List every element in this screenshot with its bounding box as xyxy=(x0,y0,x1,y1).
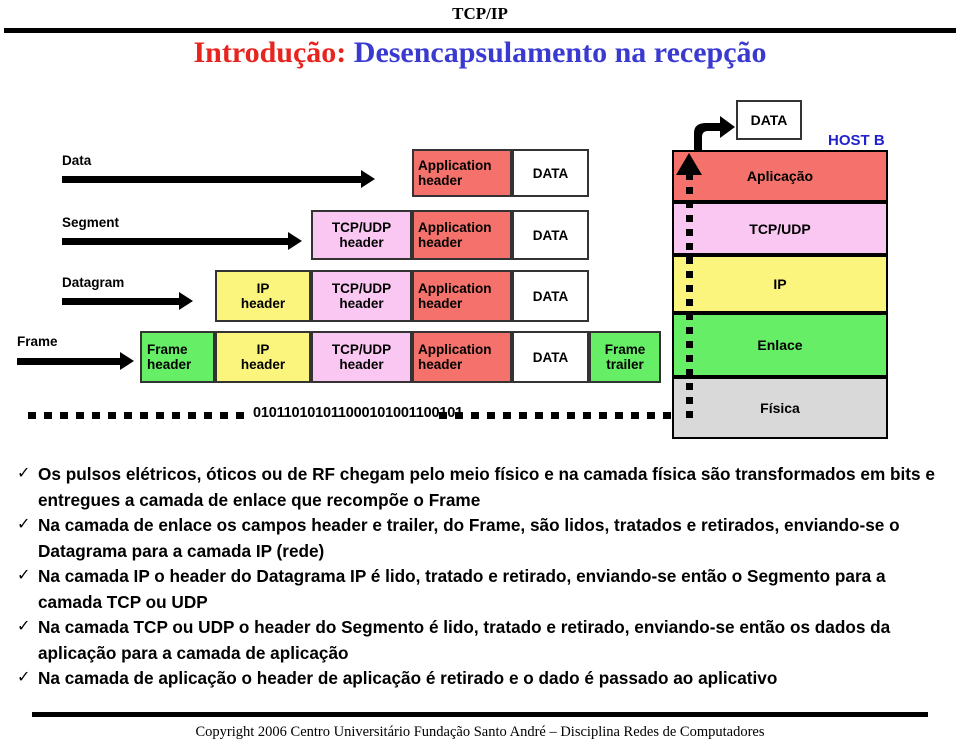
check-icon: ✓ xyxy=(17,669,31,686)
curved-up-arrow-icon xyxy=(694,116,735,153)
arrow-segment xyxy=(62,232,302,250)
cell-application-header: Application header xyxy=(412,210,512,260)
page-title-blue: Desencapsulamento na recepção xyxy=(353,36,767,69)
list-item: ✓ Na camada TCP ou UDP o header do Segme… xyxy=(16,615,952,666)
stack-layer-aplicacao: Aplicação xyxy=(672,150,888,202)
cell-application-header: Application header xyxy=(412,270,512,322)
check-icon: ✓ xyxy=(17,516,31,533)
row-label-segment: Segment xyxy=(62,215,120,230)
cell-tcp-udp-header: TCP/UDP header xyxy=(311,270,412,322)
list-item-text: Na camada IP o header do Datagrama IP é … xyxy=(38,566,886,612)
cell-application-header: Application header xyxy=(412,331,512,383)
footer-copyright: Copyright 2006 Centro Universitário Fund… xyxy=(195,724,765,740)
top-data-box: DATA xyxy=(736,100,802,140)
stack-layer-fisica: Física xyxy=(672,377,888,439)
check-icon: ✓ xyxy=(17,618,31,635)
bullet-list: ✓ Os pulsos elétricos, óticos ou de RF c… xyxy=(16,462,952,692)
arrow-data xyxy=(62,170,375,188)
list-item-text: Na camada TCP ou UDP o header do Segment… xyxy=(38,617,891,663)
row-label-frame: Frame xyxy=(17,334,58,349)
check-icon: ✓ xyxy=(17,465,31,482)
arrow-datagram xyxy=(62,292,193,310)
encapsulation-diagram: DATA HOST B Data Application header DATA… xyxy=(0,95,960,440)
stack-layer-ip: IP xyxy=(672,255,888,313)
cell-ip-header: IP header xyxy=(215,270,311,322)
cell-data: DATA xyxy=(512,149,589,197)
stack-layer-tcp-udp: TCP/UDP xyxy=(672,202,888,255)
list-item-text: Na camada de aplicação o header de aplic… xyxy=(38,668,778,688)
cell-ip-header: IP header xyxy=(215,331,311,383)
cell-tcp-udp-header: TCP/UDP header xyxy=(311,210,412,260)
page-title-red: Introdução: xyxy=(193,36,347,69)
row-label-datagram: Datagram xyxy=(62,275,125,290)
up-arrow-icon xyxy=(676,153,702,175)
list-item: ✓ Os pulsos elétricos, óticos ou de RF c… xyxy=(16,462,952,513)
list-item-text: Os pulsos elétricos, óticos ou de RF che… xyxy=(38,464,935,510)
dotted-vertical-path xyxy=(686,173,693,425)
list-item: ✓ Na camada IP o header do Datagrama IP … xyxy=(16,564,952,615)
row-label-data: Data xyxy=(62,153,92,168)
list-item: ✓ Na camada de aplicação o header de apl… xyxy=(16,666,952,692)
check-icon: ✓ xyxy=(17,567,31,584)
header-title: TCP/IP xyxy=(452,4,508,23)
dotted-medium-right xyxy=(439,412,679,419)
cell-frame-header: Frame header xyxy=(140,331,215,383)
cell-data: DATA xyxy=(512,210,589,260)
stack-layer-enlace: Enlace xyxy=(672,313,888,377)
host-b-label: HOST B xyxy=(828,132,885,149)
list-item-text: Na camada de enlace os campos header e t… xyxy=(38,515,900,561)
cell-data: DATA xyxy=(512,270,589,322)
footer-divider xyxy=(32,712,928,717)
cell-application-header: Application header xyxy=(412,149,512,197)
header-divider xyxy=(4,28,956,33)
dotted-medium-left xyxy=(28,412,252,419)
cell-data: DATA xyxy=(512,331,589,383)
slide-header: TCP/IP xyxy=(0,0,960,34)
page-title: Introdução: Desencapsulamento na recepçã… xyxy=(0,36,960,70)
binary-stream-label: 010110101011000101001100101 xyxy=(253,405,463,421)
list-item: ✓ Na camada de enlace os campos header e… xyxy=(16,513,952,564)
cell-frame-trailer: Frame trailer xyxy=(589,331,661,383)
arrow-frame xyxy=(17,352,134,370)
cell-tcp-udp-header: TCP/UDP header xyxy=(311,331,412,383)
